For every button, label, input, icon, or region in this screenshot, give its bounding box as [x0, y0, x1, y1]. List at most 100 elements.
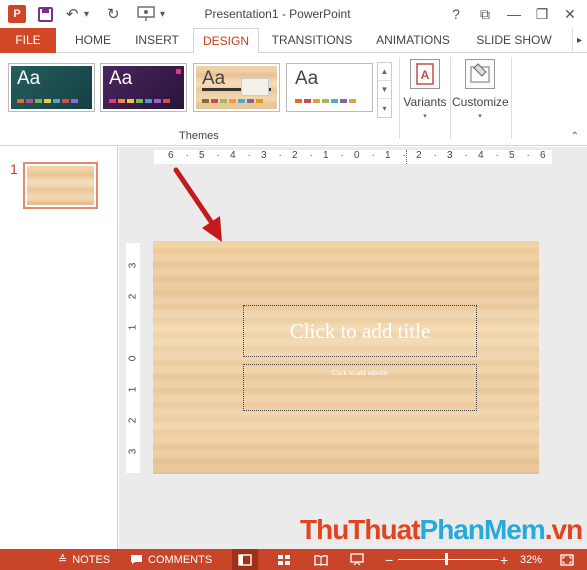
ruler-tick-mark: · [340, 150, 344, 161]
gallery-scroll-down-icon[interactable]: ▼ [378, 81, 391, 99]
collapse-ribbon-icon[interactable]: ⌃ [571, 131, 579, 142]
notes-label: NOTES [72, 553, 111, 566]
ruler-tick-mark: · [464, 150, 468, 161]
slide-thumbnail-pane: 1 [0, 147, 118, 549]
variants-icon: A [410, 59, 440, 89]
tab-home[interactable]: HOME [64, 28, 122, 53]
zoom-out-button[interactable]: − [385, 549, 393, 570]
group-label-themes: Themes [179, 130, 219, 142]
variants-button[interactable]: A Variants ▾ [397, 57, 453, 127]
ruler-tick-label: 3 [447, 150, 453, 161]
customize-icon [465, 59, 495, 89]
window-title: Presentation1 - PowerPoint [204, 7, 351, 21]
tab-animations[interactable]: ANIMATIONS [369, 28, 457, 53]
variants-label: Variants [403, 95, 447, 109]
ruler-tick-mark: · [309, 150, 313, 161]
gallery-more-icon[interactable]: ▾ [378, 99, 391, 117]
theme-thumbnail-4[interactable]: Aa [286, 63, 373, 112]
fit-to-window-icon [560, 553, 574, 566]
theme-label: Aa [202, 68, 226, 89]
close-icon[interactable]: ✕ [559, 4, 581, 24]
normal-view-button[interactable] [232, 549, 258, 570]
theme-label: Aa [17, 68, 41, 89]
slide-thumbnail[interactable] [23, 162, 98, 209]
notes-button[interactable]: ≙ NOTES [58, 549, 110, 570]
status-bar: ≙ NOTES COMMENTS − + 32% [0, 549, 587, 570]
slide-show-view-button[interactable] [344, 549, 370, 570]
ruler-tick-label: 4 [230, 150, 236, 161]
ruler-tick-label: 5 [199, 150, 205, 161]
tab-insert[interactable]: INSERT [128, 28, 186, 53]
theme-thumbnail-1[interactable]: Aa [8, 63, 95, 112]
group-separator [450, 57, 451, 139]
watermark-part-1: ThuThuat [300, 514, 421, 545]
normal-view-icon [238, 553, 252, 566]
ruler-tick-label: 5 [509, 150, 515, 161]
chevron-down-icon: ▾ [423, 113, 427, 120]
ruler-tick-label: 2 [292, 150, 298, 161]
customize-label: Customize [452, 95, 509, 109]
ruler-tick-label: 3 [261, 150, 267, 161]
subtitle-placeholder[interactable]: Click to add subtitle [243, 364, 477, 411]
ruler-tick-label: 2 [127, 417, 139, 424]
ruler-cursor-marker [406, 150, 407, 164]
tab-file[interactable]: FILE [0, 28, 56, 53]
slide-sorter-view-button[interactable] [271, 549, 297, 570]
fit-slide-button[interactable] [560, 549, 574, 570]
help-icon[interactable]: ? [445, 4, 467, 24]
tab-slide-show[interactable]: SLIDE SHOW [469, 28, 559, 53]
ruler-tick-mark: · [278, 150, 282, 161]
ruler-tick-label: 2 [416, 150, 422, 161]
ruler-tick-label: 3 [127, 262, 139, 269]
title-bar: P ↶ ▾ ↻ ▾ Presentation1 - PowerPoint ? ⧉… [0, 0, 587, 28]
ruler-tick-label: 1 [127, 324, 139, 331]
theme-thumbnail-3[interactable]: Aa [193, 63, 280, 112]
title-placeholder-text: Click to add title [289, 318, 431, 343]
zoom-level[interactable]: 32% [520, 549, 542, 570]
ruler-tick-label: 4 [478, 150, 484, 161]
tab-transitions[interactable]: TRANSITIONS [266, 28, 358, 53]
group-separator [511, 57, 512, 139]
ruler-tick-mark: · [185, 150, 189, 161]
subtitle-placeholder-text: Click to add subtitle [331, 369, 389, 377]
tabs-scroll-right-icon[interactable]: ▸ [572, 28, 586, 53]
zoom-slider-thumb[interactable] [445, 553, 448, 565]
theme-label: Aa [109, 68, 133, 89]
reading-view-button[interactable] [308, 549, 334, 570]
ribbon-display-options-icon[interactable]: ⧉ [474, 4, 496, 24]
zoom-slider[interactable] [398, 549, 498, 570]
ruler-tick-mark: · [216, 150, 220, 161]
ruler-tick-mark: · [371, 150, 375, 161]
restore-icon[interactable]: ❐ [531, 4, 553, 24]
minimize-icon[interactable]: — [503, 4, 525, 24]
svg-text:A: A [421, 68, 430, 82]
comments-button[interactable]: COMMENTS [130, 549, 212, 570]
customize-button[interactable]: Customize ▾ [452, 57, 509, 127]
title-placeholder[interactable]: Click to add title [243, 305, 477, 357]
theme-label: Aa [295, 68, 319, 89]
ruler-tick-mark: · [495, 150, 499, 161]
ribbon-design: Aa Aa Aa Aa ▲ ▼ ▾ Themes A Variants ▾ Cu… [0, 53, 587, 146]
ribbon-tabs: FILE HOME INSERT DESIGN TRANSITIONS ANIM… [0, 28, 587, 54]
horizontal-ruler: 6 · 5 · 4 · 3 · 2 · 1 · 0 · 1 · 2 · 3 · 4 · 5 · 6 [154, 150, 552, 164]
vertical-ruler: 3 2 1 0 1 2 3 [126, 243, 140, 473]
ruler-tick-mark: · [433, 150, 437, 161]
watermark-part-3: .vn [544, 514, 583, 545]
ruler-tick-label: 1 [385, 150, 391, 161]
annotation-arrow-icon [173, 167, 222, 242]
comments-icon [131, 555, 142, 564]
comments-label: COMMENTS [148, 553, 213, 566]
gallery-scroll-up-icon[interactable]: ▲ [378, 63, 391, 81]
slide-sorter-icon [278, 554, 290, 565]
reading-view-icon [314, 554, 328, 566]
slide-canvas[interactable]: Click to add title Click to add subtitle [153, 241, 539, 474]
zoom-in-button[interactable]: + [500, 549, 508, 570]
ruler-tick-mark: · [526, 150, 530, 161]
chevron-down-icon: ▾ [478, 113, 482, 120]
ruler-tick-label: 0 [127, 355, 139, 362]
ruler-tick-label: 2 [127, 293, 139, 300]
theme-thumbnail-2[interactable]: Aa [100, 63, 187, 112]
ruler-tick-label: 6 [540, 150, 546, 161]
slide-number: 1 [10, 161, 18, 177]
tab-design[interactable]: DESIGN [193, 28, 259, 54]
